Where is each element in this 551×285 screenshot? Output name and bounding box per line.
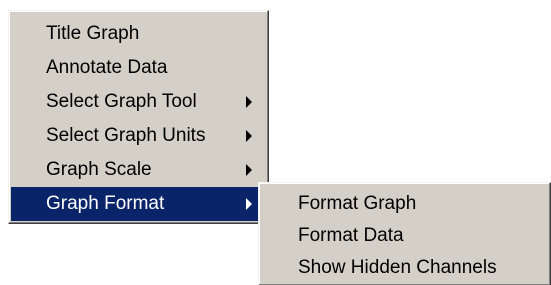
menu-item-graph-format[interactable]: Graph Format: [11, 187, 266, 221]
context-menu: Title Graph Annotate Data Select Graph T…: [8, 10, 269, 224]
chevron-right-icon: [246, 130, 252, 142]
menu-item-label: Show Hidden Channels: [298, 257, 497, 278]
menu-item-label: Annotate Data: [46, 57, 168, 78]
menu-item-label: Format Data: [298, 225, 404, 246]
menu-item-graph-scale[interactable]: Graph Scale: [9, 153, 268, 187]
menu-item-label: Format Graph: [298, 193, 417, 214]
submenu-item-format-data[interactable]: Format Data: [259, 220, 550, 252]
menu-item-select-graph-tool[interactable]: Select Graph Tool: [9, 85, 268, 119]
graph-format-submenu: Format Graph Format Data Show Hidden Cha…: [258, 182, 551, 285]
menu-item-annotate-data[interactable]: Annotate Data: [9, 51, 268, 85]
menu-item-label: Graph Format: [46, 193, 165, 214]
chevron-right-icon: [246, 164, 252, 176]
menu-item-select-graph-units[interactable]: Select Graph Units: [9, 119, 268, 153]
menu-item-title-graph[interactable]: Title Graph: [9, 17, 268, 51]
submenu-item-format-graph[interactable]: Format Graph: [259, 188, 550, 220]
screen: Title Graph Annotate Data Select Graph T…: [0, 0, 551, 285]
submenu-item-show-hidden-channels[interactable]: Show Hidden Channels: [259, 252, 550, 284]
menu-item-label: Title Graph: [46, 23, 140, 44]
menu-item-label: Graph Scale: [46, 159, 152, 180]
chevron-right-icon: [246, 198, 252, 210]
chevron-right-icon: [246, 96, 252, 108]
menu-item-label: Select Graph Units: [46, 125, 206, 146]
menu-item-label: Select Graph Tool: [46, 91, 197, 112]
